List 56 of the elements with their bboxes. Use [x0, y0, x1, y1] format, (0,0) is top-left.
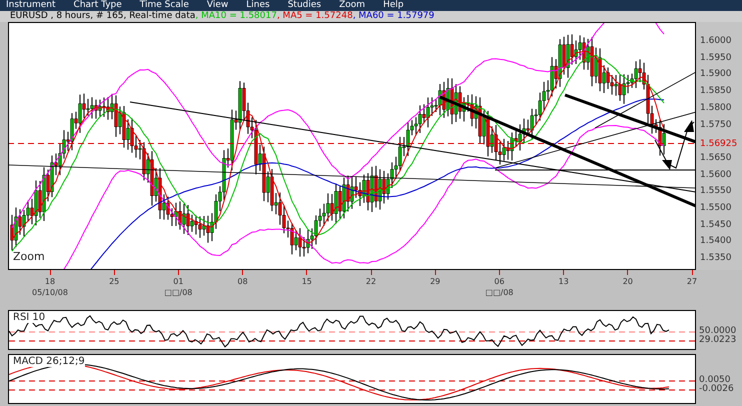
month-axis-label: 05/10/08 [32, 288, 68, 298]
price-axis-label: 1.6000 [700, 35, 732, 47]
date-axis-label: 13 [558, 277, 569, 287]
axis-tick [434, 270, 436, 275]
indicator-axis-label: 0.0050 [699, 374, 730, 385]
price-axis-label: 1.5950 [700, 52, 732, 64]
date-axis-label: 18 [44, 277, 56, 287]
axis-tick [370, 270, 372, 275]
menu-item[interactable]: Studies [288, 0, 322, 11]
date-axis-label: 25 [109, 277, 120, 287]
zoom-label[interactable]: Zoom [13, 250, 45, 263]
price-axis-label: 1.5450 [700, 218, 732, 231]
date-axis-label: 20 [622, 277, 633, 287]
menu-item[interactable]: Instrument [6, 0, 56, 11]
date-axis-label: 01 [173, 277, 184, 287]
price-axis-label: 1.5900 [700, 68, 732, 80]
indicator-axis-label: -0.0026 [699, 383, 734, 395]
axis-tick [627, 270, 628, 275]
date-axis-label: 29 [430, 277, 440, 287]
menu-item[interactable]: Zoom [339, 0, 366, 11]
price-axis-label: 1.5550 [700, 185, 732, 198]
indicator-axis-label: 29.0223 [699, 334, 736, 346]
price-axis-label: 1.5350 [700, 252, 732, 264]
date-axis-label: 27 [686, 277, 698, 287]
axis-tick [114, 270, 115, 275]
price-axis-label: 1.56925 [700, 138, 738, 150]
legend-text: , MA5 = 1.57248 [276, 11, 353, 22]
date-axis-label: 06 [494, 277, 504, 287]
price-axis-label: 1.5500 [700, 202, 732, 214]
axis-tick [563, 270, 564, 275]
axis-tick [306, 270, 308, 275]
legend-text: , MA60 = 1.57979 [352, 11, 434, 22]
axis-tick [242, 270, 244, 275]
legend-text: , MA10 = 1.58017 [195, 11, 277, 22]
price-axis-label: 1.5800 [700, 102, 732, 114]
legend-text: EURUSD , 8 hours, # 165, Real-time data [10, 11, 196, 22]
indicator-title: RSI 10 [13, 312, 46, 323]
menu-item[interactable]: Chart Type [74, 0, 122, 11]
price-axis-label: 1.5750 [700, 118, 732, 130]
menu-item[interactable]: View [206, 0, 228, 11]
date-axis-label: 08 [238, 277, 248, 287]
price-axis-label: 1.5650 [700, 152, 732, 164]
date-axis-label: 15 [302, 277, 312, 287]
menu-item[interactable]: Help [383, 0, 404, 11]
indicator-title: MACD 26;12;9 [13, 356, 85, 367]
menu-item[interactable]: Time Scale [140, 0, 189, 11]
date-axis-label: 22 [366, 277, 376, 287]
price-axis-label: 1.5400 [700, 235, 732, 248]
menu-item[interactable]: Lines [246, 0, 270, 11]
month-axis-label: □□/08 [485, 288, 514, 298]
indicator-axis-label: 50.0000 [699, 325, 736, 336]
price-axis-label: 1.5850 [700, 85, 732, 98]
price-axis-label: 1.5600 [700, 168, 732, 181]
axis-tick [498, 270, 500, 275]
month-axis-label: □□/08 [164, 288, 192, 298]
axis-tick [178, 270, 179, 275]
